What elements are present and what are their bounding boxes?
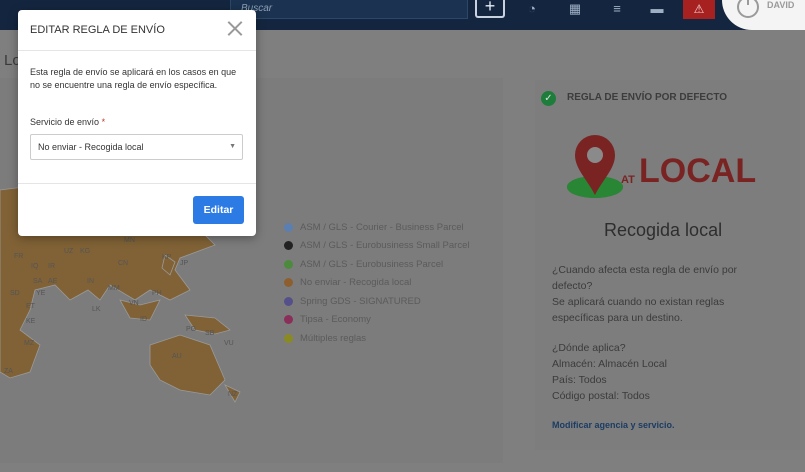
- selected-value: No enviar - Recogida local: [38, 142, 144, 152]
- map-label: SD: [10, 290, 20, 297]
- warehouse-info: Almacén: Almacén Local: [552, 358, 667, 370]
- user-name: DAVID: [767, 0, 795, 10]
- default-rule-title: REGLA DE ENVÍO POR DEFECTO: [567, 92, 728, 103]
- alert-button[interactable]: ⚠: [683, 0, 715, 19]
- map-label: AE: [48, 278, 58, 285]
- legend-label: ASM / GLS - Eurobusiness Parcel: [300, 258, 444, 270]
- logo-at-text: AT: [621, 174, 635, 186]
- modal-description: Esta regla de envío se aplicará en los c…: [30, 67, 237, 90]
- grid-icon[interactable]: ▦: [565, 0, 585, 19]
- divider: [18, 183, 256, 184]
- country-info: País: Todos: [552, 374, 607, 386]
- map-label: MZ: [24, 340, 35, 347]
- modify-agency-link[interactable]: Modificar agencia y servicio.: [552, 420, 675, 430]
- edit-shipping-rule-modal: EDITAR REGLA DE ENVÍO Esta regla de enví…: [18, 10, 256, 236]
- map-label: KE: [26, 318, 36, 325]
- modal-title: EDITAR REGLA DE ENVÍO: [30, 24, 165, 36]
- spain-flag-icon[interactable]: ▬: [647, 0, 667, 19]
- map-label: MM: [108, 285, 120, 292]
- postal-info: Código postal: Todos: [552, 390, 650, 402]
- legend-dot: [284, 259, 293, 269]
- map-label: CN: [118, 260, 129, 267]
- legend-dot: [284, 222, 293, 232]
- map-label: KP: [162, 254, 172, 261]
- map-label: UZ: [64, 248, 74, 255]
- answer-when: Se aplicará cuando no existan reglas esp…: [552, 296, 725, 324]
- legend-label: Múltiples reglas: [300, 332, 366, 344]
- edit-button[interactable]: Editar: [193, 196, 244, 224]
- legend-label: Tipsa - Economy: [300, 314, 371, 326]
- map-label: ET: [26, 303, 35, 310]
- legend-dot: [284, 333, 293, 343]
- map-label: IN: [87, 278, 94, 285]
- map-label: JP: [180, 260, 189, 267]
- map-label: IR: [48, 263, 55, 270]
- legend-label: ASM / GLS - Eurobusiness Small Parcel: [300, 240, 470, 252]
- map-label: SB: [205, 330, 215, 337]
- map-label: IQ: [31, 263, 39, 270]
- legend-item[interactable]: ASM / GLS - Eurobusiness Parcel: [284, 255, 469, 274]
- database-icon[interactable]: ≡: [607, 0, 627, 19]
- map-label: YE: [36, 290, 46, 297]
- legend-dot: [284, 278, 293, 288]
- shipping-service-select[interactable]: No enviar - Recogida local ▼: [30, 134, 243, 160]
- map-label: FR: [14, 253, 24, 260]
- legend-item[interactable]: ASM / GLS - Eurobusiness Small Parcel: [284, 237, 469, 256]
- question-when: ¿Cuando afecta esta regla de envío por d…: [552, 264, 738, 292]
- divider: [18, 50, 256, 51]
- map-label: VN: [129, 300, 139, 307]
- question-where: ¿Dónde aplica?: [552, 342, 626, 354]
- local-pickup-logo: AT LOCAL: [567, 135, 756, 198]
- logo-local-text: LOCAL: [639, 152, 756, 190]
- default-rule-heading: Recogida local: [604, 220, 723, 240]
- close-icon[interactable]: [226, 19, 244, 37]
- legend-label: No enviar - Recogida local: [300, 277, 412, 289]
- dashboard-icon[interactable]: ◔: [522, 0, 542, 19]
- legend-item[interactable]: Spring GDS - SIGNATURED: [284, 292, 469, 311]
- map-label: VU: [224, 340, 234, 347]
- legend-item[interactable]: Múltiples reglas: [284, 329, 469, 348]
- map-label: ID: [140, 316, 147, 323]
- map-label: ZA: [4, 368, 13, 375]
- legend-dot: [284, 296, 293, 306]
- legend-dot: [284, 315, 293, 325]
- map-label: AU: [172, 353, 182, 360]
- legend-item[interactable]: Tipsa - Economy: [284, 311, 469, 330]
- map-label: PG: [186, 326, 197, 333]
- chevron-down-icon: ▼: [229, 143, 236, 150]
- field-label-text: Servicio de envío: [30, 117, 100, 127]
- legend-dot: [284, 241, 293, 251]
- legend-label: ASM / GLS - Courier - Business Parcel: [300, 221, 464, 233]
- required-mark: *: [101, 117, 106, 127]
- shipping-service-label: Servicio de envío *: [30, 117, 105, 127]
- legend-item[interactable]: No enviar - Recogida local: [284, 274, 469, 293]
- map-label: PH: [152, 290, 162, 297]
- map-label: LK: [92, 306, 101, 313]
- map-label: NZ: [228, 391, 238, 398]
- map-label: MN: [124, 237, 135, 244]
- check-circle-icon: ✓: [541, 91, 556, 106]
- map-legend: ASM / GLS - Courier - Business Parcel AS…: [284, 218, 469, 348]
- map-label: SA: [33, 278, 43, 285]
- legend-item[interactable]: ASM / GLS - Courier - Business Parcel: [284, 218, 469, 237]
- map-label: KG: [80, 248, 91, 255]
- legend-label: Spring GDS - SIGNATURED: [300, 295, 421, 307]
